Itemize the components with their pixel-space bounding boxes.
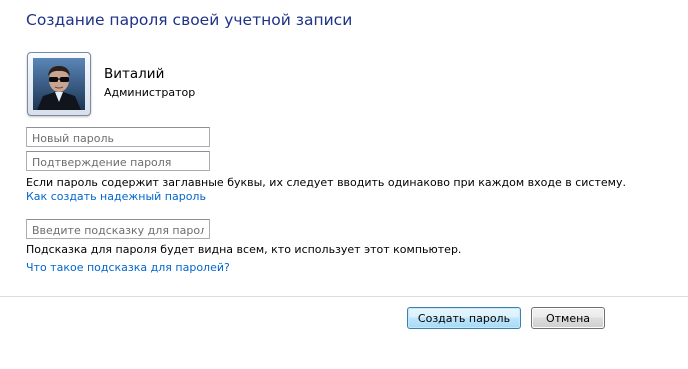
user-role: Администратор xyxy=(104,86,196,99)
create-password-button[interactable]: Создать пароль xyxy=(407,307,521,329)
caps-notice-text: Если пароль содержит заглавные буквы, их… xyxy=(26,176,626,189)
password-hint-input[interactable] xyxy=(26,219,210,239)
hint-notice-text: Подсказка для пароля будет видна всем, к… xyxy=(26,243,462,256)
page-title: Создание пароля своей учетной записи xyxy=(26,11,353,29)
divider xyxy=(0,296,688,297)
cancel-button[interactable]: Отмена xyxy=(531,307,605,329)
confirm-password-input[interactable] xyxy=(26,151,210,171)
new-password-input[interactable] xyxy=(26,127,210,147)
hint-help-link[interactable]: Что такое подсказка для паролей? xyxy=(26,261,230,274)
strong-password-link[interactable]: Как создать надежный пароль xyxy=(26,190,206,203)
user-name: Виталий xyxy=(104,66,165,82)
user-photo-icon xyxy=(33,58,85,110)
user-avatar xyxy=(27,52,91,116)
